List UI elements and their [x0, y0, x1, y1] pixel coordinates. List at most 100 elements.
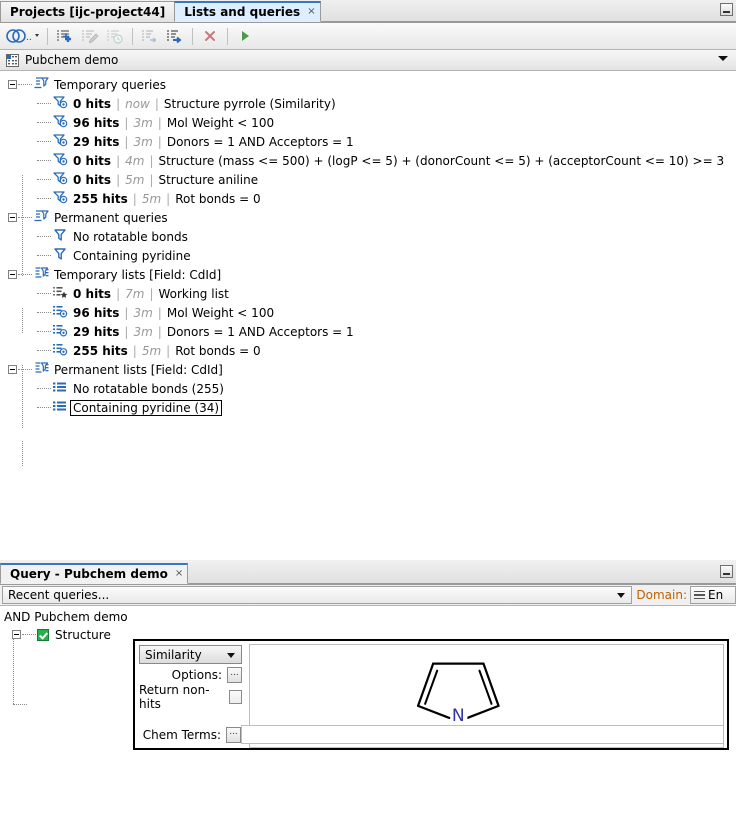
separator: |	[124, 325, 128, 339]
separator: |	[124, 135, 128, 149]
venn-combine-icon[interactable]: ..	[4, 25, 42, 47]
tree-connector	[37, 331, 51, 333]
tab-projects[interactable]: Projects [ijc-project44]	[0, 1, 175, 22]
tree-connector	[18, 84, 32, 86]
hit-count: 29 hits	[73, 325, 119, 339]
tree-item-query[interactable]: 255 hits | 5m | Rot bonds = 0	[0, 189, 736, 208]
chevron-down-icon[interactable]	[718, 56, 728, 61]
structure-checkbox[interactable]	[37, 629, 49, 641]
tree-group-label: Temporary lists [Field: CdId]	[54, 268, 221, 282]
separator: |	[116, 154, 120, 168]
toolbar-separator	[132, 28, 133, 45]
tree-item-list[interactable]: 0 hits | 7m | Working list	[0, 284, 736, 303]
return-non-hits-checkbox[interactable]	[229, 690, 242, 704]
queries-tree[interactable]: Temporary queries 0 hits | now | Structu…	[0, 71, 736, 560]
tree-connector	[37, 122, 51, 124]
temporary-queries-icon	[33, 76, 49, 93]
toolbar-separator	[47, 28, 48, 45]
make-permanent-icon[interactable]	[163, 25, 187, 47]
domain-combo[interactable]: En	[690, 586, 736, 604]
age-label: 3m	[133, 116, 152, 130]
permanent-queries-icon	[33, 209, 49, 226]
tree-item-permanent-list[interactable]: No rotatable bonds (255)	[0, 379, 736, 398]
tree-group-permanent-queries[interactable]: Permanent queries	[0, 208, 736, 227]
tree-connector	[37, 293, 51, 295]
minimize-button[interactable]	[720, 3, 733, 16]
tree-connector	[18, 274, 32, 276]
temp-query-icon	[52, 171, 68, 188]
tabbar-filler	[187, 562, 736, 584]
chevron-down-icon[interactable]	[227, 653, 235, 658]
list-text: Working list	[158, 287, 228, 301]
tab-lists-and-queries[interactable]: Lists and queries ×	[174, 1, 320, 22]
tree-item-label: Containing pyridine (34)	[70, 400, 222, 416]
tree-item-label: No rotatable bonds (255)	[73, 382, 224, 396]
chem-terms-input[interactable]	[241, 725, 724, 744]
recent-queries-combo[interactable]: Recent queries...	[2, 586, 632, 604]
tree-group-temporary-lists[interactable]: Temporary lists [Field: CdId]	[0, 265, 736, 284]
tree-connector	[18, 217, 32, 219]
chevron-down-icon[interactable]	[617, 593, 625, 598]
query-text: Structure pyrrole (Similarity)	[164, 97, 336, 111]
tree-item-list[interactable]: 255 hits | 5m | Rot bonds = 0	[0, 341, 736, 360]
tree-item-query[interactable]: 0 hits | now | Structure pyrrole (Simila…	[0, 94, 736, 113]
funnel-icon	[52, 247, 68, 264]
query-root-label: AND Pubchem demo	[4, 610, 736, 624]
run-query-icon[interactable]	[233, 25, 257, 47]
tree-group-temporary-queries[interactable]: Temporary queries	[0, 75, 736, 94]
query-window: Query - Pubchem demo × Recent queries...…	[0, 562, 736, 833]
application-window: Projects [ijc-project44] Lists and queri…	[0, 0, 736, 833]
query-editor[interactable]: AND Pubchem demo Structure Similarity	[0, 606, 736, 833]
collapse-icon[interactable]	[8, 365, 17, 374]
tree-item-query[interactable]: 29 hits | 3m | Donors = 1 AND Acceptors …	[0, 132, 736, 151]
tree-item-list[interactable]: 29 hits | 3m | Donors = 1 AND Acceptors …	[0, 322, 736, 341]
add-query-icon[interactable]	[53, 25, 77, 47]
tree-group-permanent-lists[interactable]: Permanent lists [Field: CdId]	[0, 360, 736, 379]
chem-terms-button[interactable]: ...	[226, 727, 241, 743]
tree-connector	[37, 312, 51, 314]
hit-count: 96 hits	[73, 116, 119, 130]
minimize-button[interactable]	[720, 565, 733, 578]
toolbar-separator	[192, 28, 193, 45]
datasource-selector[interactable]: Pubchem demo	[0, 50, 736, 71]
age-label: now	[125, 97, 150, 111]
separator: |	[149, 173, 153, 187]
svg-text:N: N	[452, 706, 465, 726]
collapse-icon[interactable]	[8, 213, 17, 222]
funnel-icon	[52, 228, 68, 245]
separator: |	[116, 173, 120, 187]
tree-item-query[interactable]: 96 hits | 3m | Mol Weight < 100	[0, 113, 736, 132]
delete-icon	[198, 25, 222, 47]
hamburger-icon	[694, 591, 705, 600]
tree-item-query[interactable]: 0 hits | 4m | Structure (mass <= 500) + …	[0, 151, 736, 170]
temporary-lists-icon	[33, 266, 49, 283]
tree-item-permanent-query[interactable]: No rotatable bonds	[0, 227, 736, 246]
tree-item-permanent-query[interactable]: Containing pyridine	[0, 246, 736, 265]
query-history-icon	[103, 25, 127, 47]
tree-connector	[37, 198, 51, 200]
datasource-label: Pubchem demo	[25, 53, 118, 67]
close-icon[interactable]: ×	[175, 569, 183, 579]
queries-toolbar: ..	[0, 23, 736, 50]
tree-item-list[interactable]: 96 hits | 3m | Mol Weight < 100	[0, 303, 736, 322]
working-list-icon	[52, 285, 68, 302]
hit-count: 255 hits	[73, 192, 128, 206]
search-type-value: Similarity	[145, 648, 202, 662]
age-label: 3m	[133, 306, 152, 320]
collapse-icon[interactable]	[8, 80, 17, 89]
options-button[interactable]: ...	[227, 667, 242, 683]
tab-query-pubchem-demo[interactable]: Query - Pubchem demo ×	[0, 563, 188, 584]
collapse-icon[interactable]	[8, 270, 17, 279]
hit-count: 0 hits	[73, 97, 111, 111]
return-non-hits-row: Return non-hits	[139, 686, 242, 708]
tree-item-query[interactable]: 0 hits | 5m | Structure aniline	[0, 170, 736, 189]
tree-item-permanent-list-selected[interactable]: Containing pyridine (34)	[0, 398, 736, 417]
svg-text:..: ..	[26, 33, 32, 43]
tree-connector	[37, 388, 51, 390]
separator: |	[158, 135, 162, 149]
return-non-hits-label: Return non-hits	[139, 683, 224, 711]
query-text: Mol Weight < 100	[167, 116, 274, 130]
tree-guide-line	[22, 441, 23, 466]
search-type-combo[interactable]: Similarity	[139, 645, 242, 664]
close-icon[interactable]: ×	[307, 7, 315, 17]
